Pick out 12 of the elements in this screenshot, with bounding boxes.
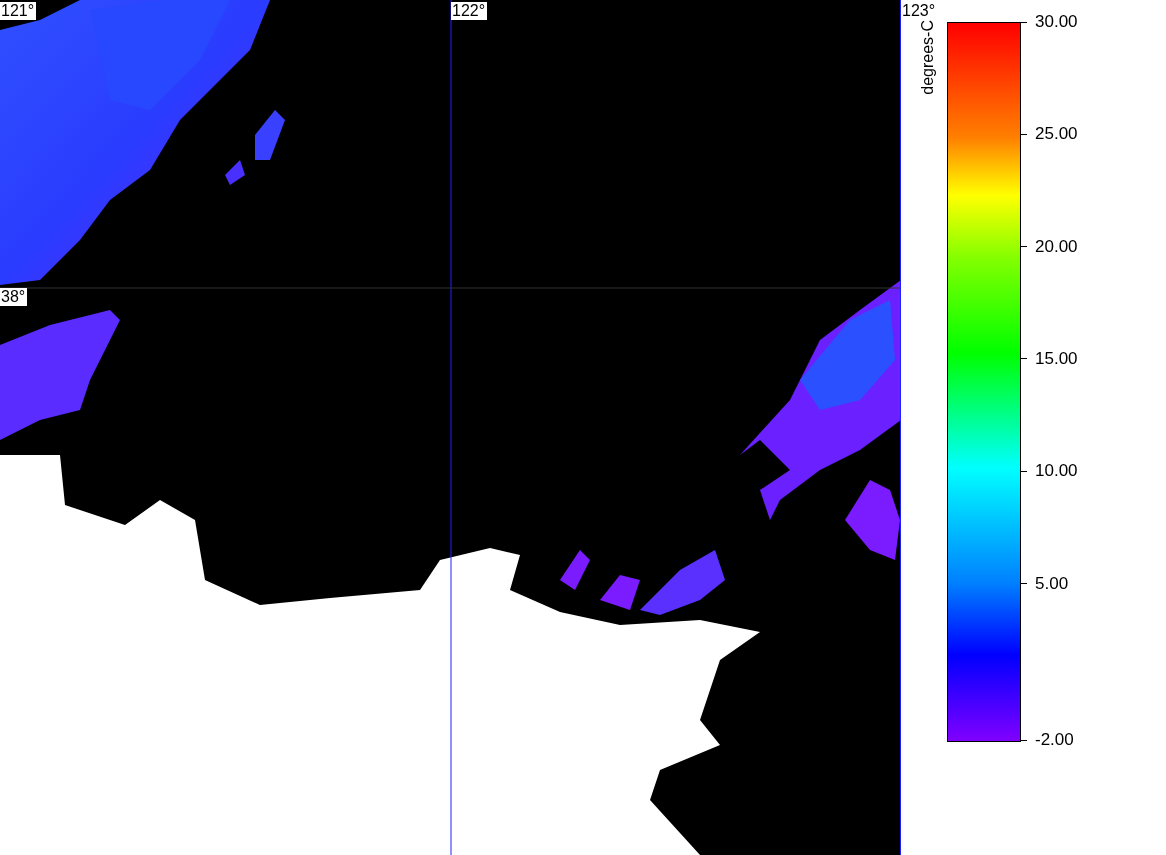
longitude-label: 122° <box>451 2 488 20</box>
scale-tick-label: 15.00 <box>1035 348 1078 369</box>
scale-tick-label: 5.00 <box>1035 573 1069 594</box>
longitude-label: 123° <box>901 2 937 20</box>
scale-tick-label: 20.00 <box>1035 236 1078 257</box>
unit-label: degrees-C <box>919 20 937 95</box>
scale-tick-label: -2.00 <box>1035 730 1074 750</box>
scale-tick-label: 25.00 <box>1035 124 1078 145</box>
longitude-label: 121° <box>0 2 37 20</box>
scale-tick-label: 10.00 <box>1035 461 1078 482</box>
scale-tick-label: 30.00 <box>1035 12 1078 32</box>
latitude-label: 38° <box>0 288 28 306</box>
